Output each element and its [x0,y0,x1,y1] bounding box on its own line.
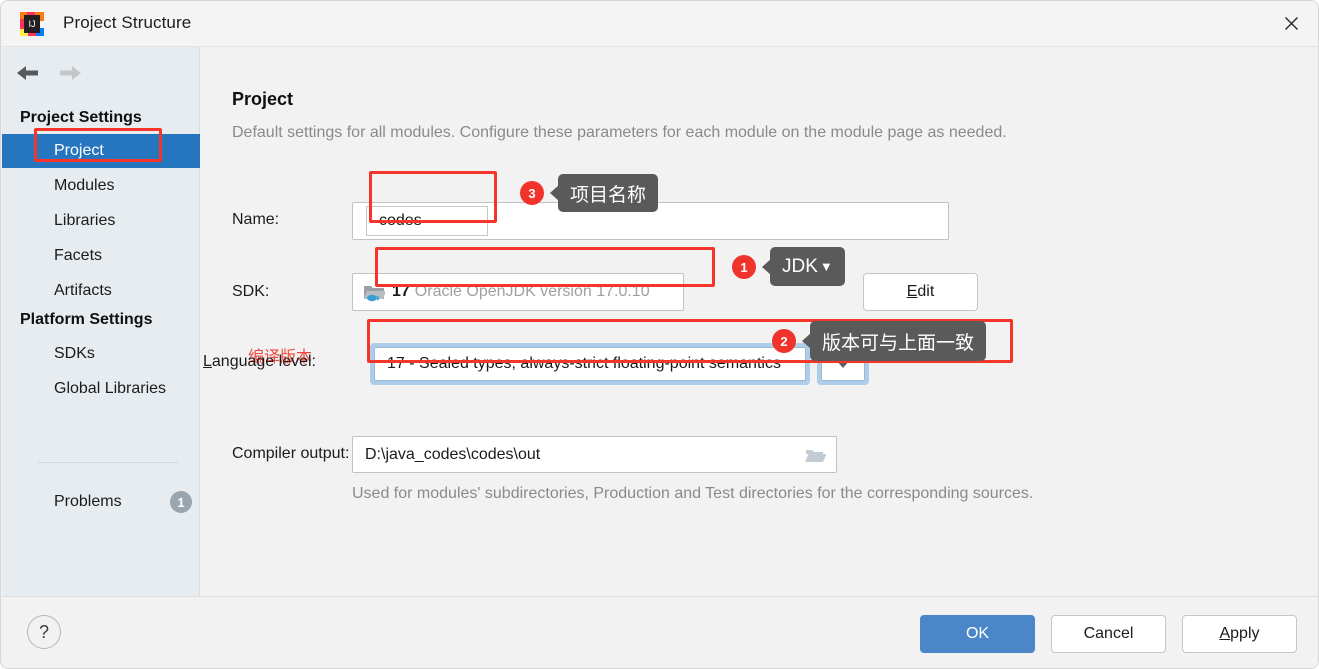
page-description: Default settings for all modules. Config… [232,124,1007,141]
navigation-arrows [14,61,90,89]
apply-button-label: pply [1230,625,1260,642]
sidebar-group-platform-settings: Platform Settings [20,311,153,328]
dialog-footer: ? OK Cancel Apply [2,596,1318,667]
help-button[interactable]: ? [27,615,61,649]
sdk-description: Oracle OpenJDK version 17.0.10 [414,283,650,300]
compiler-output-value: D:\java_codes\codes\out [365,445,541,463]
sidebar-group-project-settings: Project Settings [20,109,142,126]
sidebar-item-artifacts[interactable]: Artifacts [2,274,200,308]
annotation-badge-3: 3 [520,181,544,205]
name-label: Name: [232,211,280,228]
apply-button-mnemonic: A [1219,625,1231,642]
edit-button-label: dit [917,283,935,300]
sdk-label: SDK: [232,283,270,300]
sidebar-item-label: Problems [54,493,122,510]
annotation-tooltip-language-level: 版本可与上面一致 [810,321,987,361]
svg-text:IJ: IJ [28,19,35,29]
language-level-label-rest: anguage level: [211,353,316,370]
sidebar-item-project[interactable]: Project [2,134,200,168]
sidebar-item-label: Project [54,142,104,159]
sidebar-item-sdks[interactable]: SDKs [2,337,200,371]
sidebar-item-facets[interactable]: Facets [2,239,200,273]
sidebar-item-label: Artifacts [54,282,112,299]
sidebar-divider [38,462,178,463]
annotation-badge-1: 1 [732,255,756,279]
close-icon[interactable] [1262,1,1318,46]
language-level-label: Language level: [203,353,316,371]
sidebar-item-label: Global Libraries [54,380,167,397]
annotation-badge-2: 2 [772,329,796,353]
title-bar: IJ Project Structure [1,1,1318,47]
arrow-left-icon[interactable] [14,61,50,89]
sidebar-item-global-libraries[interactable]: Global Libraries [2,372,200,406]
page-title: Project [232,89,294,109]
annotation-tooltip-jdk: JDK ▼ [770,247,845,286]
name-input-value[interactable]: codes [366,206,488,236]
compiler-output-label: Compiler output: [232,445,350,462]
jdk-folder-icon [363,282,386,302]
tooltip-text: 版本可与上面一致 [822,332,975,354]
sidebar-item-label: Libraries [54,212,116,229]
arrow-right-icon [54,61,90,89]
language-level-combo[interactable]: 17 - Sealed types, always-strict floatin… [370,343,810,385]
project-structure-dialog: IJ Project Structure Project Settings Pr… [0,0,1319,669]
edit-button-mnemonic: E [906,283,918,300]
edit-sdk-button[interactable]: Edit [863,273,978,311]
folder-open-icon[interactable] [804,445,827,465]
sidebar-item-label: SDKs [54,345,95,362]
intellij-idea-icon: IJ [19,11,45,37]
problems-count-badge: 1 [170,491,192,513]
cancel-button[interactable]: Cancel [1051,615,1166,653]
sdk-combo[interactable]: 17 Oracle OpenJDK version 17.0.10 [352,273,684,311]
sidebar-item-libraries[interactable]: Libraries [2,204,200,238]
sdk-version: 17 [392,283,410,300]
apply-button[interactable]: Apply [1182,615,1297,653]
compiler-output-hint: Used for modules' subdirectories, Produc… [352,485,1034,502]
tooltip-text: 项目名称 [570,184,647,206]
tooltip-text: JDK [782,255,818,277]
language-level-value[interactable]: 17 - Sealed types, always-strict floatin… [374,347,806,381]
compiler-output-input[interactable]: D:\java_codes\codes\out [352,436,837,473]
language-level-label-mnemonic: L [203,353,212,370]
ok-button[interactable]: OK [920,615,1035,653]
window-title: Project Structure [63,13,192,32]
sidebar-item-label: Modules [54,177,115,194]
sidebar-item-modules[interactable]: Modules [2,169,200,203]
chevron-down-icon: ▼ [819,259,833,274]
content-panel: Project Default settings for all modules… [200,47,1318,598]
annotation-tooltip-project-name: 项目名称 [558,174,659,212]
sidebar-item-label: Facets [54,247,103,264]
sidebar: Project Settings Project Modules Librari… [2,47,200,598]
